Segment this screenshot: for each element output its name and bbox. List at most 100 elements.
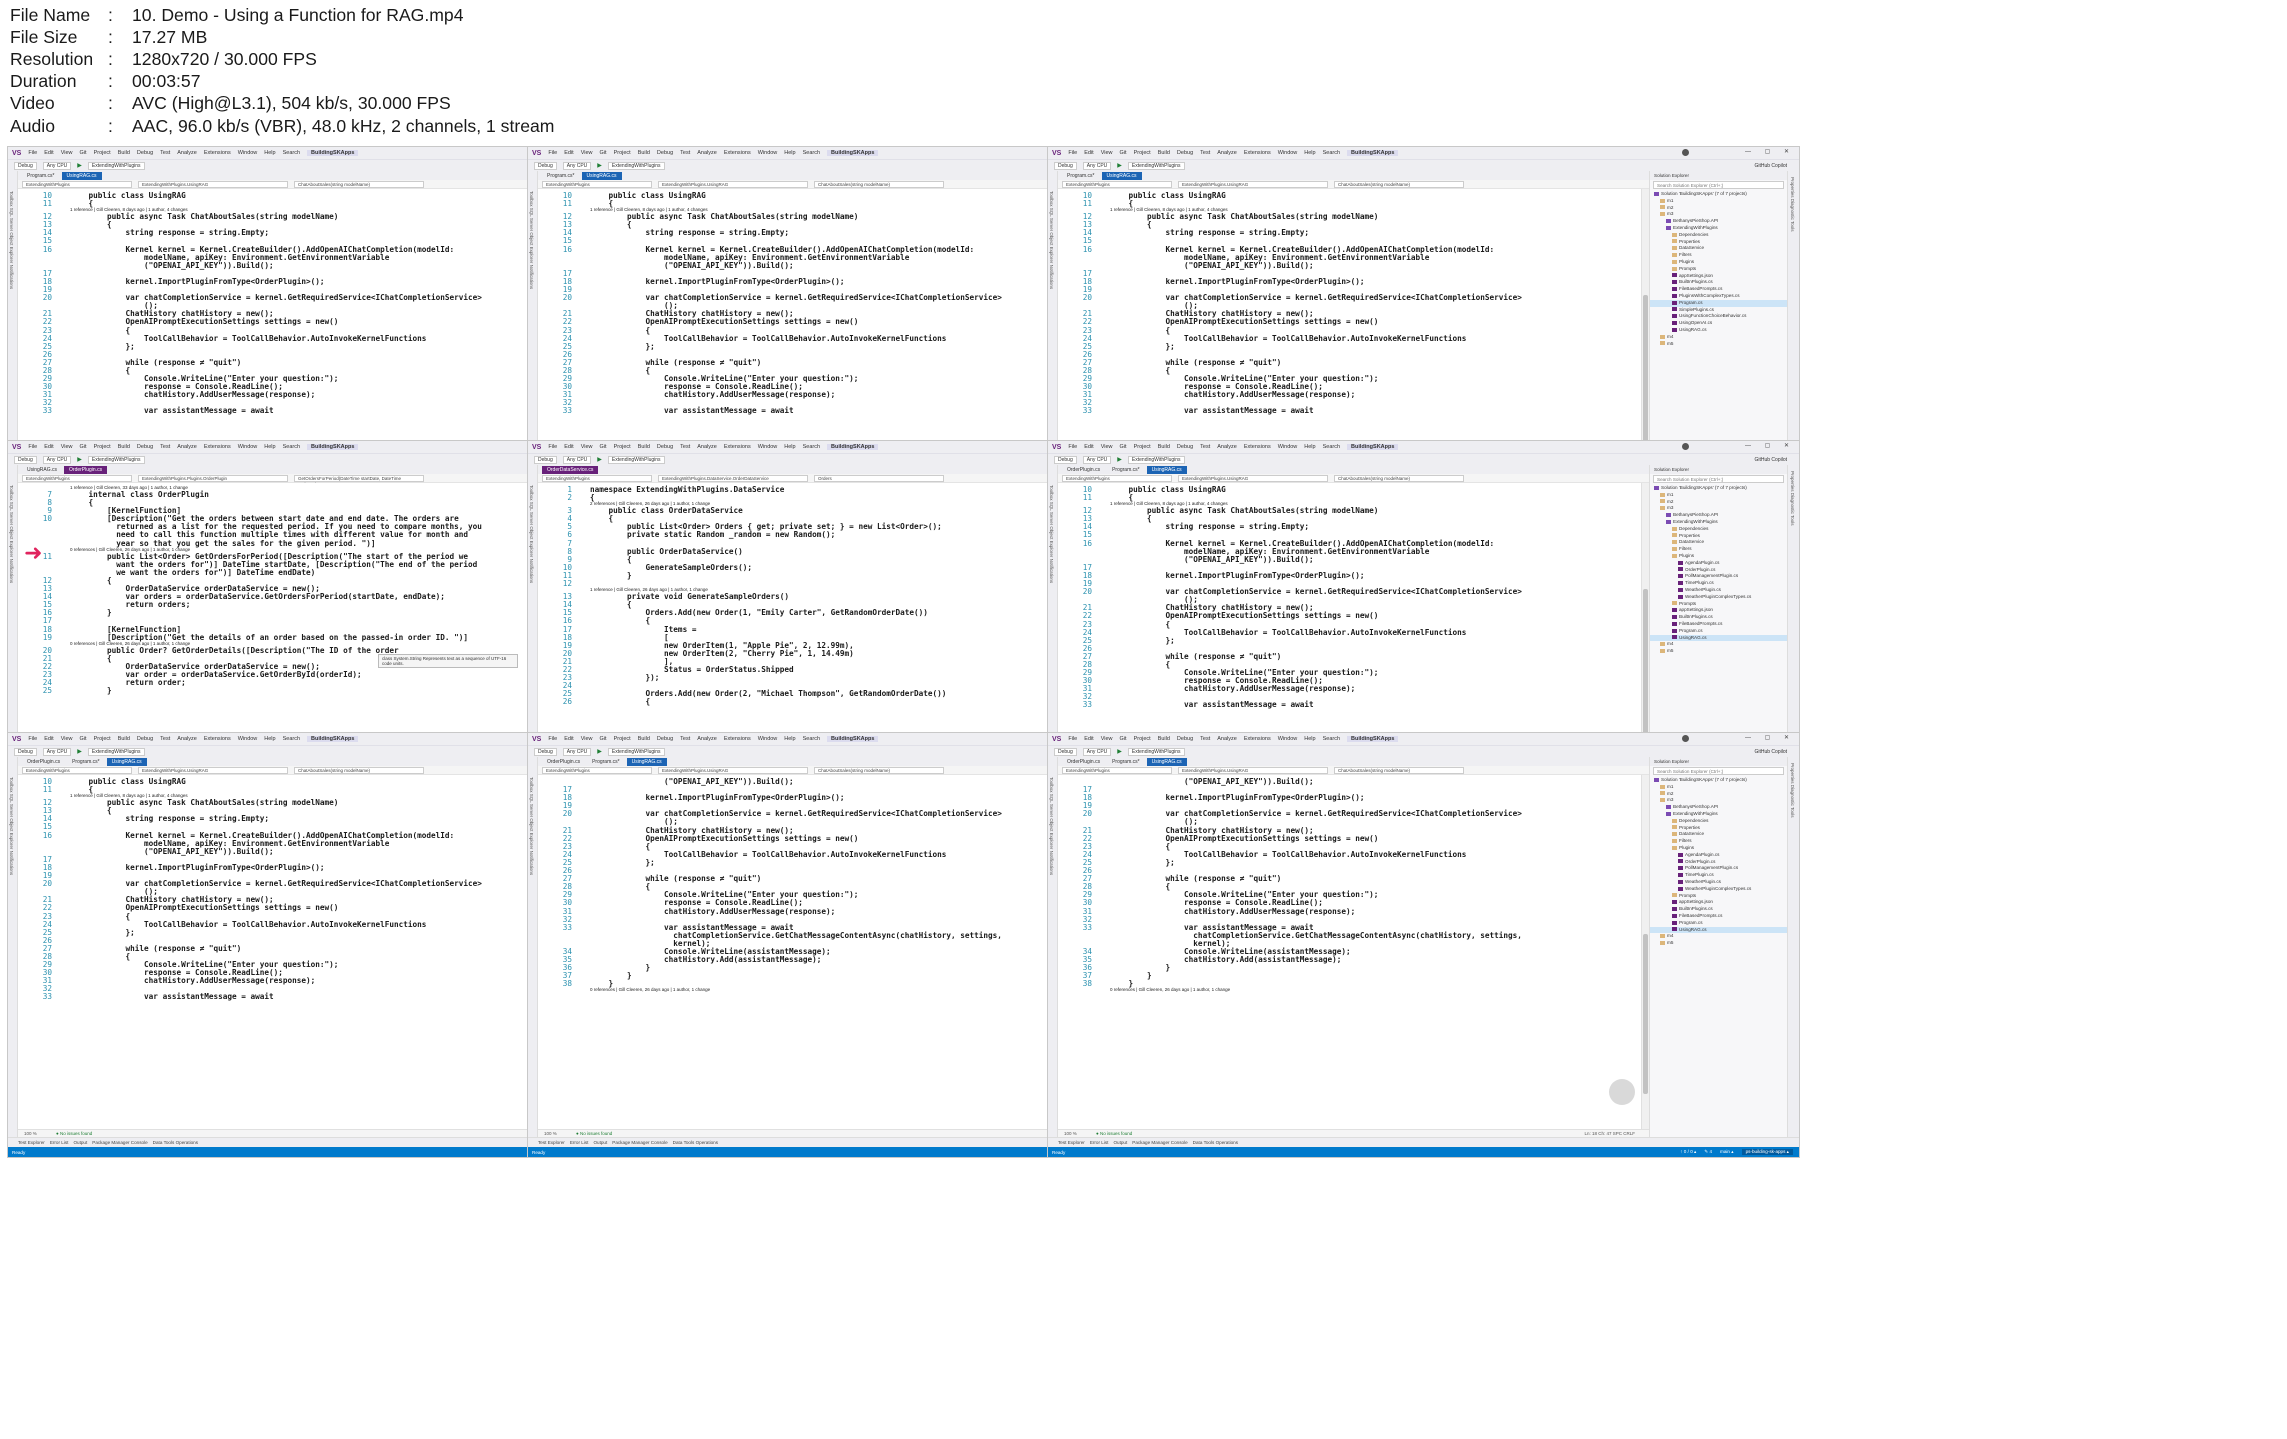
code-line[interactable]: 7 internal class OrderPlugin <box>18 490 609 499</box>
menu-item[interactable]: View <box>581 736 593 742</box>
bottom-tab[interactable]: Package Manager Console <box>612 1140 667 1145</box>
search-box[interactable]: Search <box>1323 736 1340 742</box>
menu-item[interactable]: Window <box>758 736 778 742</box>
code-line[interactable]: 23 { <box>18 326 609 335</box>
vertical-scrollbar[interactable] <box>1641 775 1649 1129</box>
avatar[interactable] <box>1682 443 1689 450</box>
code-line[interactable]: 19 <box>538 285 1129 294</box>
code-line[interactable]: 26 <box>538 866 1129 875</box>
tree-node[interactable]: Filters <box>1650 546 1787 553</box>
tree-node[interactable]: SimplePlugins.cs <box>1650 307 1787 314</box>
code-line[interactable]: (); <box>1058 595 1649 604</box>
code-line[interactable]: 32 <box>1058 692 1649 701</box>
tree-node[interactable]: Properties <box>1650 239 1787 246</box>
code-line[interactable]: 10 GenerateSampleOrders(); <box>538 563 1129 572</box>
tree-node[interactable]: Program.cs <box>1650 299 1787 307</box>
code-line[interactable]: 17 Items = <box>538 625 1129 634</box>
tree-node[interactable]: m4 <box>1650 641 1787 648</box>
code-line[interactable]: returned as a list for the requested per… <box>18 522 609 531</box>
tree-node[interactable]: UsingFunctionChoiceBehavior.cs <box>1650 313 1787 320</box>
code-line[interactable]: 21 ChatHistory chatHistory = new(); <box>538 309 1129 318</box>
code-line[interactable]: modelName, apiKey: Environment.GetEnviro… <box>18 839 609 848</box>
code-line[interactable]: 15 Orders.Add(new Order(1, "Emily Carter… <box>538 608 1129 617</box>
menu-item[interactable]: Window <box>1278 444 1298 450</box>
code-line[interactable]: 29 Console.WriteLine("Enter your questio… <box>1058 890 1649 899</box>
left-strip-label[interactable]: Toolbox SQL Server Object Explorer Notif… <box>529 191 534 289</box>
code-line[interactable]: 16 Kernel kernel = Kernel.CreateBuilder(… <box>1058 539 1649 548</box>
code-line[interactable]: 2{ <box>538 493 1129 502</box>
code-line[interactable]: 21 ChatHistory chatHistory = new(); <box>18 895 609 904</box>
code-line[interactable]: 10 public class UsingRAG <box>538 191 1129 200</box>
code-line[interactable]: 22 OpenAIPromptExecutionSettings setting… <box>18 903 609 912</box>
start-debug-icon[interactable]: ▶ <box>77 748 82 755</box>
toolbar-dropdown[interactable]: Debug <box>534 455 557 464</box>
tree-node[interactable]: Prompts <box>1650 893 1787 900</box>
nav-dropdown[interactable]: Orders <box>814 474 944 482</box>
menu-item[interactable]: File <box>1068 444 1077 450</box>
code-line[interactable]: 32 <box>1058 915 1649 924</box>
code-line[interactable]: 30 response = Console.ReadLine(); <box>18 968 609 977</box>
menu-item[interactable]: Help <box>264 444 275 450</box>
code-line[interactable]: 23 { <box>1058 326 1649 335</box>
code-line[interactable]: 24 ToolCallBehavior = ToolCallBehavior.A… <box>1058 334 1649 343</box>
code-line[interactable]: 28 { <box>538 366 1129 375</box>
left-strip-label[interactable]: Toolbox SQL Server Object Explorer Notif… <box>1049 777 1054 875</box>
nav-dropdown[interactable]: ExtendingWithPlugins <box>22 766 132 774</box>
code-line[interactable]: 24 ToolCallBehavior = ToolCallBehavior.A… <box>538 334 1129 343</box>
tree-node[interactable]: OrderPlugin.cs <box>1650 859 1787 866</box>
code-line[interactable]: 15 return orders; <box>18 600 609 609</box>
tree-node[interactable]: m5 <box>1650 940 1787 947</box>
tab-program-cs-[interactable]: Program.cs* <box>22 172 60 180</box>
toolbar-dropdown[interactable]: ExtendingWithPlugins <box>87 747 145 756</box>
tree-node[interactable]: FileBasedPrompts.cs <box>1650 913 1787 920</box>
codelens-hint[interactable]: 0 references | Gill Cleeren, 26 days ago… <box>538 987 1129 992</box>
code-line[interactable]: 24 <box>538 681 1129 690</box>
code-line[interactable]: 27 while (response ≠ "quit") <box>18 944 609 953</box>
code-line[interactable]: 9 { <box>538 555 1129 564</box>
menu-item[interactable]: Help <box>264 150 275 156</box>
toolbar-dropdown[interactable]: Any CPU <box>1082 455 1112 464</box>
code-line[interactable]: 29 Console.WriteLine("Enter your questio… <box>538 374 1129 383</box>
left-strip-label[interactable]: Toolbox SQL Server Object Explorer Notif… <box>1049 191 1054 289</box>
menu-item[interactable]: Analyze <box>1217 150 1237 156</box>
toolbar-dropdown[interactable]: Debug <box>1054 455 1077 464</box>
code-line[interactable]: 15 <box>1058 530 1649 539</box>
code-area[interactable]: ("OPENAI_API_KEY")).Build(); 17 18 kernel.… <box>538 775 1129 1129</box>
tree-node[interactable]: Plugins <box>1650 553 1787 560</box>
tree-node[interactable]: BuiltInPlugins.cs <box>1650 906 1787 913</box>
menu-item[interactable]: Project <box>94 150 111 156</box>
status-item[interactable]: main ▴ <box>1720 1149 1734 1155</box>
code-line[interactable]: 12 public async Task ChatAboutSales(stri… <box>538 212 1129 221</box>
code-line[interactable]: 25 } <box>18 686 609 695</box>
code-line[interactable]: need to call this function multiple time… <box>18 530 609 539</box>
nav-dropdown[interactable]: ChatAboutSales(string modelName) <box>814 766 944 774</box>
code-line[interactable]: 13 OrderDataService orderDataService = n… <box>18 584 609 593</box>
code-line[interactable]: 23 var order = orderDataService.GetOrder… <box>18 670 609 679</box>
solution-explorer-search[interactable]: Search Solution Explorer (Ctrl+;) <box>1653 767 1784 775</box>
code-line[interactable]: (); <box>18 887 609 896</box>
code-line[interactable]: 27 while (response ≠ "quit") <box>18 358 609 367</box>
code-line[interactable]: 27 while (response ≠ "quit") <box>538 358 1129 367</box>
menu-item[interactable]: View <box>581 150 593 156</box>
code-line[interactable]: 25 }; <box>18 928 609 937</box>
menu-item[interactable]: File <box>548 150 557 156</box>
menu-item[interactable]: Window <box>238 444 258 450</box>
bottom-tab[interactable]: Test Explorer <box>538 1140 565 1145</box>
menu-item[interactable]: Project <box>614 736 631 742</box>
code-line[interactable]: 11 { <box>1058 493 1649 502</box>
menu-item[interactable]: Debug <box>1177 150 1193 156</box>
menu-item[interactable]: Build <box>1158 736 1170 742</box>
nav-dropdown[interactable]: ExtendingWithPlugins <box>1062 766 1172 774</box>
code-line[interactable]: 15 <box>18 822 609 831</box>
tab-usingrag-cs[interactable]: UsingRAG.cs <box>1146 758 1187 766</box>
menu-item[interactable]: Extensions <box>1244 736 1271 742</box>
code-line[interactable]: 18 kernel.ImportPluginFromType<OrderPlug… <box>1058 793 1649 802</box>
nav-dropdown[interactable]: ExtendingWithPlugins <box>542 766 652 774</box>
toolbar-dropdown[interactable]: Debug <box>14 455 37 464</box>
code-line[interactable]: 22 OpenAIPromptExecutionSettings setting… <box>538 834 1129 843</box>
code-line[interactable]: 1 namespace ExtendingWithPlugins.DataServ… <box>538 485 1129 494</box>
tree-node[interactable]: ExtendingWithPlugins <box>1650 225 1787 232</box>
code-line[interactable]: 37 } <box>1058 971 1649 980</box>
menu-item[interactable]: Analyze <box>177 736 197 742</box>
code-line[interactable]: 33 var assistantMessage = await <box>1058 406 1649 415</box>
